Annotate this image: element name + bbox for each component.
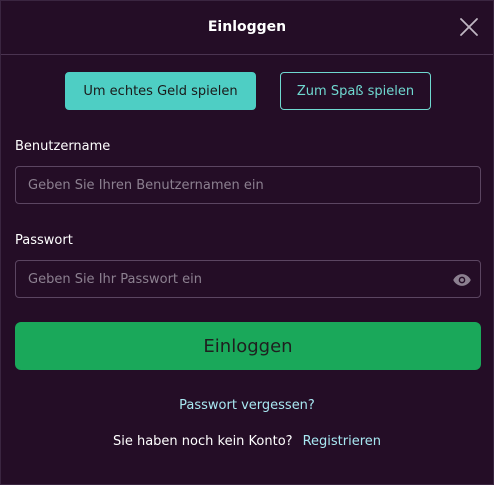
play-mode-switch: Um echtes Geld spielen Zum Spaß spielen <box>1 72 493 110</box>
register-row: Sie haben noch kein Konto? Registrieren <box>1 434 493 449</box>
modal-title: Einloggen <box>207 19 287 35</box>
modal-header: Einloggen <box>1 1 493 55</box>
close-icon[interactable] <box>457 15 481 39</box>
username-input[interactable] <box>16 167 480 203</box>
play-for-fun-button[interactable]: Zum Spaß spielen <box>280 72 431 110</box>
username-field-wrapper <box>15 166 481 204</box>
login-submit-button[interactable]: Einloggen <box>15 322 481 370</box>
password-label: Passwort <box>15 233 73 248</box>
forgot-password-link[interactable]: Passwort vergessen? <box>1 398 493 413</box>
password-field-wrapper <box>15 260 481 298</box>
register-link[interactable]: Registrieren <box>303 434 381 449</box>
no-account-text: Sie haben noch kein Konto? <box>112 434 293 449</box>
real-money-button[interactable]: Um echtes Geld spielen <box>65 72 256 110</box>
login-modal: Einloggen Um echtes Geld spielen Zum Spa… <box>0 0 494 485</box>
username-label: Benutzername <box>15 139 111 154</box>
eye-icon[interactable] <box>452 270 472 290</box>
password-input[interactable] <box>16 261 480 297</box>
